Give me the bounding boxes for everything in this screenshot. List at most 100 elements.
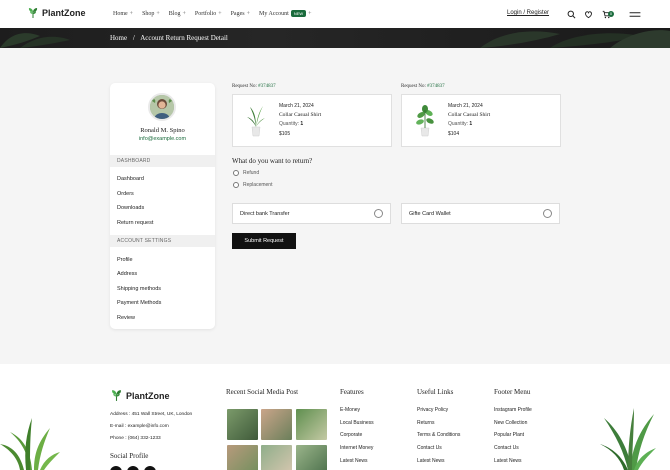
useful-links-title: Useful Links <box>417 388 454 396</box>
nav-portfolio[interactable]: Portfolio + <box>195 10 222 17</box>
footer-link[interactable]: Contact Us <box>494 445 519 451</box>
request-label-text: Request No: <box>401 84 426 89</box>
replacement-radio[interactable] <box>233 182 239 188</box>
request-number-label: Request No: #374837 <box>232 84 276 89</box>
footer-link[interactable]: Corporate <box>340 432 362 438</box>
account-sidebar: Ronald M. Spino info@example.com DASHBOA… <box>110 83 215 329</box>
features-title: Features <box>340 388 364 396</box>
sidebar-item-shipping-methods[interactable]: Shipping methods <box>117 286 161 292</box>
plus-icon: + <box>129 10 134 17</box>
footer-brand-name: PlantZone <box>126 390 170 401</box>
submit-request-button[interactable]: Submit Request <box>232 233 296 249</box>
nav-blog[interactable]: Blog + <box>169 10 186 17</box>
payment-option-gift-card[interactable]: Gifte Card Wallet <box>401 203 560 224</box>
nav-my-account[interactable]: My Account NEW + <box>259 10 312 17</box>
page-banner: Home / Account Return Request Detail <box>0 28 670 48</box>
footer-link[interactable]: Contact Us <box>417 445 442 451</box>
quantity-label: Quantity: <box>448 121 469 127</box>
footer-link[interactable]: Privacy Policy <box>417 407 448 413</box>
recent-posts-title: Recent Social Media Post <box>226 388 299 396</box>
footer-link[interactable]: Instagram Profile <box>494 407 532 413</box>
sidebar-item-review[interactable]: Review <box>117 315 135 321</box>
nav-label: Blog <box>168 10 181 17</box>
product-name[interactable]: Collar Casual Shirt <box>279 112 321 118</box>
breadcrumb: Home / Account Return Request Detail <box>110 34 228 42</box>
footer-email: E-mail : example@info.com <box>110 424 169 429</box>
social-profile-title: Social Profile <box>110 452 149 460</box>
account-settings-section-header: ACCOUNT SETTINGS <box>110 235 215 247</box>
facebook-icon[interactable] <box>110 466 122 470</box>
nav-home[interactable]: Home + <box>113 10 133 17</box>
social-post-image[interactable] <box>296 409 327 440</box>
footer-logo[interactable]: PlantZone <box>110 389 170 402</box>
nav-shop[interactable]: Shop + <box>142 10 160 17</box>
request-date: March 21, 2024 <box>448 103 483 109</box>
hamburger-menu-icon[interactable] <box>629 10 641 19</box>
quantity-value: 1 <box>300 121 304 127</box>
sidebar-item-return-request[interactable]: Return request <box>117 220 153 226</box>
social-post-image[interactable] <box>227 409 258 440</box>
nav-label: Pages <box>230 10 245 17</box>
footer-link[interactable]: Latest News <box>340 458 368 464</box>
social-post-image[interactable] <box>261 445 292 470</box>
dashboard-section-header: DASHBOARD <box>110 155 215 167</box>
plus-icon: + <box>156 10 160 17</box>
product-price: $105 <box>279 131 291 137</box>
footer-phone: Phone : (064) 332-1233 <box>110 436 161 441</box>
login-register-link[interactable]: Login / Register <box>507 10 549 16</box>
snake-plant-icon <box>247 106 265 137</box>
leaf-logo-icon <box>28 8 38 18</box>
request-date: March 21, 2024 <box>279 103 314 109</box>
breadcrumb-home[interactable]: Home <box>110 34 127 42</box>
potted-plant-icon <box>416 105 434 137</box>
site-logo[interactable]: PlantZone <box>27 7 86 19</box>
sidebar-item-payment-methods[interactable]: Payment Methods <box>117 300 161 306</box>
social-post-image[interactable] <box>261 409 292 440</box>
social-post-image[interactable] <box>227 445 258 470</box>
foliage-decoration-icon <box>480 30 670 48</box>
payment-radio[interactable] <box>543 209 552 218</box>
footer-link[interactable]: Returns <box>417 420 435 426</box>
footer-address: Address : 451 Wall Street, UK, London <box>110 412 193 417</box>
footer-link[interactable]: New Collection <box>494 420 527 426</box>
footer-link[interactable]: Latest News <box>417 458 445 464</box>
footer-link[interactable]: Popular Plant <box>494 432 524 438</box>
payment-radio[interactable] <box>374 209 383 218</box>
sidebar-item-profile[interactable]: Profile <box>117 257 133 263</box>
main-nav: Home + Shop + Blog + Portfolio + Pages + My A… <box>113 10 312 17</box>
palm-plant-decoration-icon <box>0 418 60 470</box>
refund-radio[interactable] <box>233 170 239 176</box>
nav-pages[interactable]: Pages + <box>231 10 250 17</box>
product-quantity: Quantity: 1 <box>448 121 472 127</box>
refund-label: Refund <box>243 170 260 176</box>
footer-link[interactable]: Internet Money <box>340 445 373 451</box>
site-footer: PlantZone Address : 451 Wall Street, UK,… <box>0 364 670 470</box>
cart-count-badge: 0 <box>608 11 614 17</box>
nav-label: Portfolio <box>194 10 217 17</box>
footer-link[interactable]: E-Money <box>340 407 360 413</box>
replacement-label: Replacement <box>243 182 273 188</box>
sidebar-item-dashboard[interactable]: Dashboard <box>117 176 144 182</box>
social-post-image[interactable] <box>296 445 327 470</box>
search-icon[interactable] <box>567 10 576 19</box>
sidebar-item-orders[interactable]: Orders <box>117 191 134 197</box>
request-number: #374837 <box>258 84 276 89</box>
footer-link[interactable]: Local Business <box>340 420 374 426</box>
breadcrumb-current: Account Return Request Detail <box>140 34 228 42</box>
heart-icon[interactable] <box>584 10 593 19</box>
product-quantity: Quantity: 1 <box>279 121 303 127</box>
product-price: $104 <box>448 131 460 137</box>
instagram-icon[interactable] <box>144 466 156 470</box>
payment-option-bank-transfer[interactable]: Direct bank Transfer <box>232 203 391 224</box>
footer-link[interactable]: Terms & Conditions <box>417 432 460 438</box>
nav-label: Shop <box>142 10 155 17</box>
twitter-icon[interactable] <box>127 466 139 470</box>
request-product-card: March 21, 2024 Collar Casual Shirt Quant… <box>232 94 392 147</box>
footer-link[interactable]: Latest News <box>494 458 522 464</box>
quantity-value: 1 <box>469 121 473 127</box>
product-name[interactable]: Collar Casual Shirt <box>448 112 490 118</box>
sidebar-item-downloads[interactable]: Downloads <box>117 205 144 211</box>
sidebar-item-address[interactable]: Address <box>117 271 137 277</box>
request-number: #374837 <box>427 84 445 89</box>
user-email[interactable]: info@example.com <box>110 136 215 142</box>
